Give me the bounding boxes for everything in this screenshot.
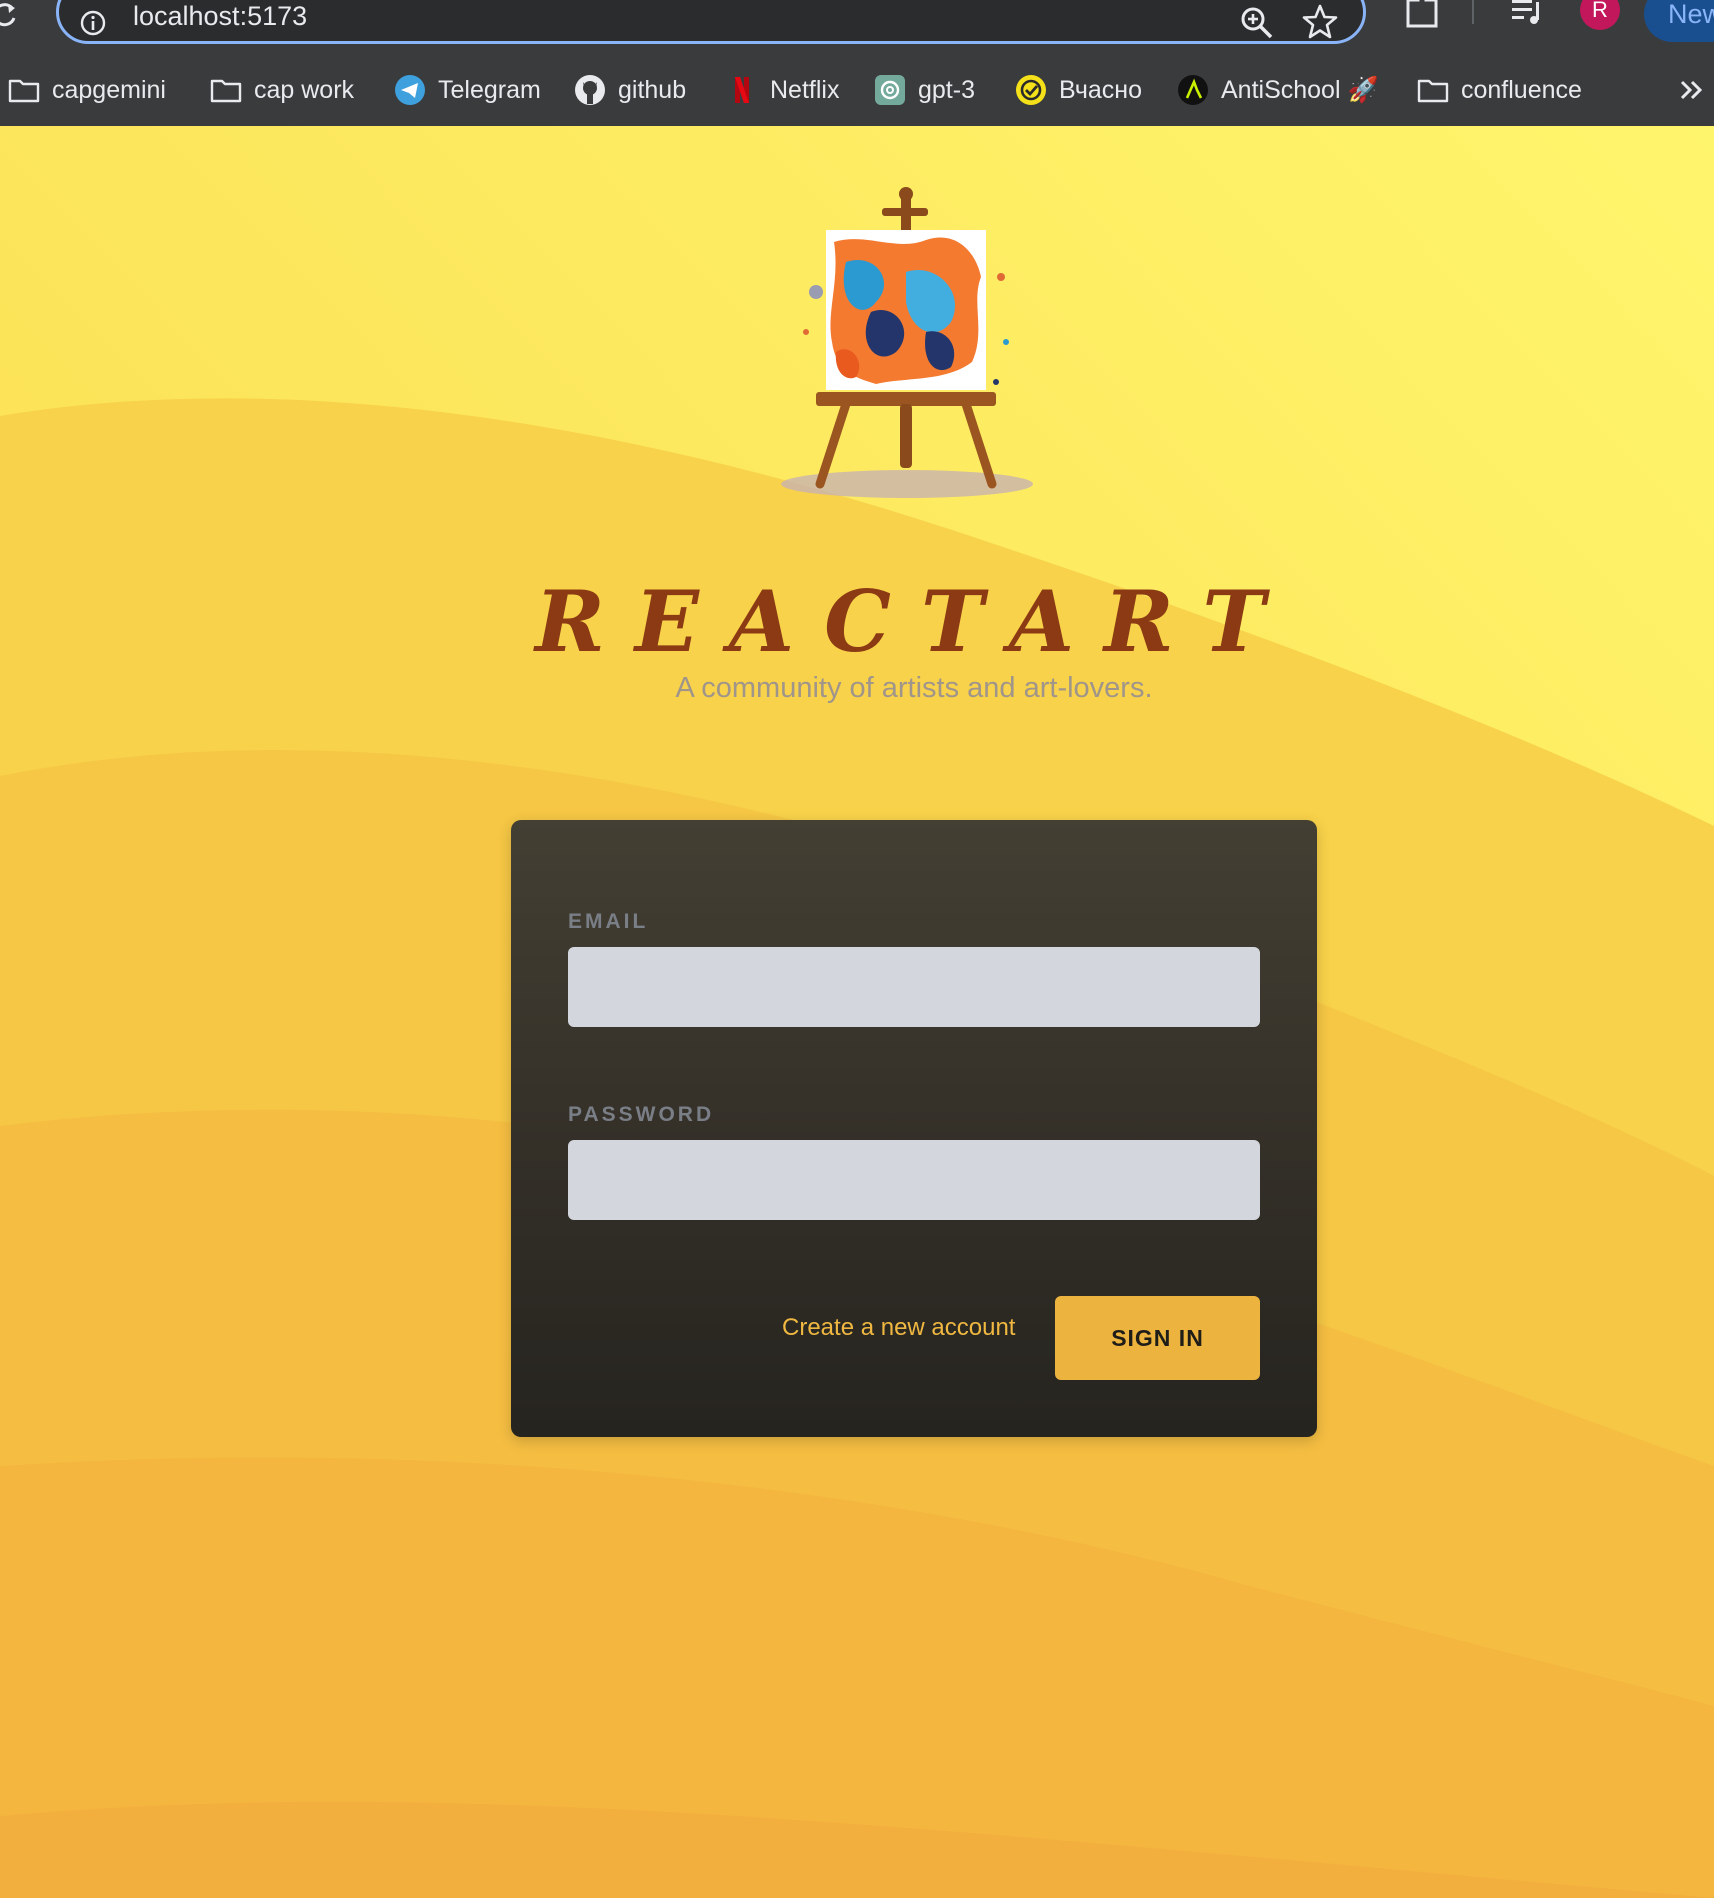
folder-icon xyxy=(8,79,40,103)
netflix-icon xyxy=(735,77,749,103)
bookmark-label: Telegram xyxy=(438,75,541,104)
create-account-link[interactable]: Create a new account xyxy=(782,1314,1015,1342)
bookmark-github[interactable]: github xyxy=(574,68,686,112)
media-icon[interactable] xyxy=(1510,0,1546,28)
antischool-icon xyxy=(1178,75,1208,105)
app-title: REACTART xyxy=(535,572,1295,671)
bookmark-label: gpt-3 xyxy=(918,75,975,104)
reload-icon[interactable] xyxy=(0,0,20,30)
easel-painting-logo xyxy=(781,187,1033,498)
bookmark-label: confluence xyxy=(1461,75,1582,104)
sign-in-button[interactable]: SIGN IN xyxy=(1055,1296,1260,1380)
app-tagline: A community of artists and art-lovers. xyxy=(675,672,1153,704)
extensions-icon[interactable] xyxy=(1402,0,1442,32)
github-icon xyxy=(575,75,605,105)
password-field[interactable] xyxy=(568,1140,1260,1220)
telegram-icon xyxy=(395,75,425,105)
bookmark-capgemini[interactable]: capgemini xyxy=(8,68,166,112)
browser-toolbar: localhost:5173 R New capgemini cap work … xyxy=(0,0,1714,126)
folder-icon xyxy=(210,79,242,103)
bookmark-label: github xyxy=(618,75,687,104)
bookmark-cap-work[interactable]: cap work xyxy=(210,68,354,112)
bookmark-label: Вчасно xyxy=(1059,75,1142,104)
toolbar-separator xyxy=(1472,0,1474,24)
new-chrome-button[interactable]: New xyxy=(1644,0,1714,42)
bookmark-vchasno[interactable]: Вчасно xyxy=(1015,68,1142,112)
vchasno-icon xyxy=(1016,75,1046,105)
password-label: PASSWORD xyxy=(568,1103,715,1126)
star-icon[interactable] xyxy=(1301,3,1339,41)
email-field[interactable] xyxy=(568,947,1260,1027)
bookmark-confluence[interactable]: confluence xyxy=(1417,68,1582,112)
login-card: EMAIL PASSWORD Create a new account SIGN… xyxy=(511,820,1317,1437)
profile-avatar[interactable]: R xyxy=(1580,0,1620,30)
bookmark-antischool[interactable]: AntiSchool 🚀 xyxy=(1177,68,1379,112)
email-label: EMAIL xyxy=(568,910,649,933)
bookmark-telegram[interactable]: Telegram xyxy=(394,68,541,112)
zoom-icon[interactable] xyxy=(1239,5,1275,41)
page-content: REACTART A community of artists and art-… xyxy=(0,126,1714,1898)
bookmark-label: AntiSchool 🚀 xyxy=(1221,75,1379,104)
bookmark-gpt3[interactable]: gpt-3 xyxy=(874,68,975,112)
bookmarks-bar: capgemini cap work Telegram github Netfl… xyxy=(0,68,1714,112)
openai-icon xyxy=(875,75,905,105)
folder-icon xyxy=(1417,79,1449,103)
info-icon[interactable] xyxy=(79,9,107,37)
bookmark-label: cap work xyxy=(254,75,355,104)
bookmark-netflix[interactable]: Netflix xyxy=(726,68,839,112)
chevron-double-right-icon[interactable] xyxy=(1676,74,1708,106)
bookmark-label: capgemini xyxy=(52,75,166,104)
bookmark-label: Netflix xyxy=(770,75,840,104)
url-text[interactable]: localhost:5173 xyxy=(133,1,307,32)
address-bar[interactable]: localhost:5173 xyxy=(56,0,1366,44)
